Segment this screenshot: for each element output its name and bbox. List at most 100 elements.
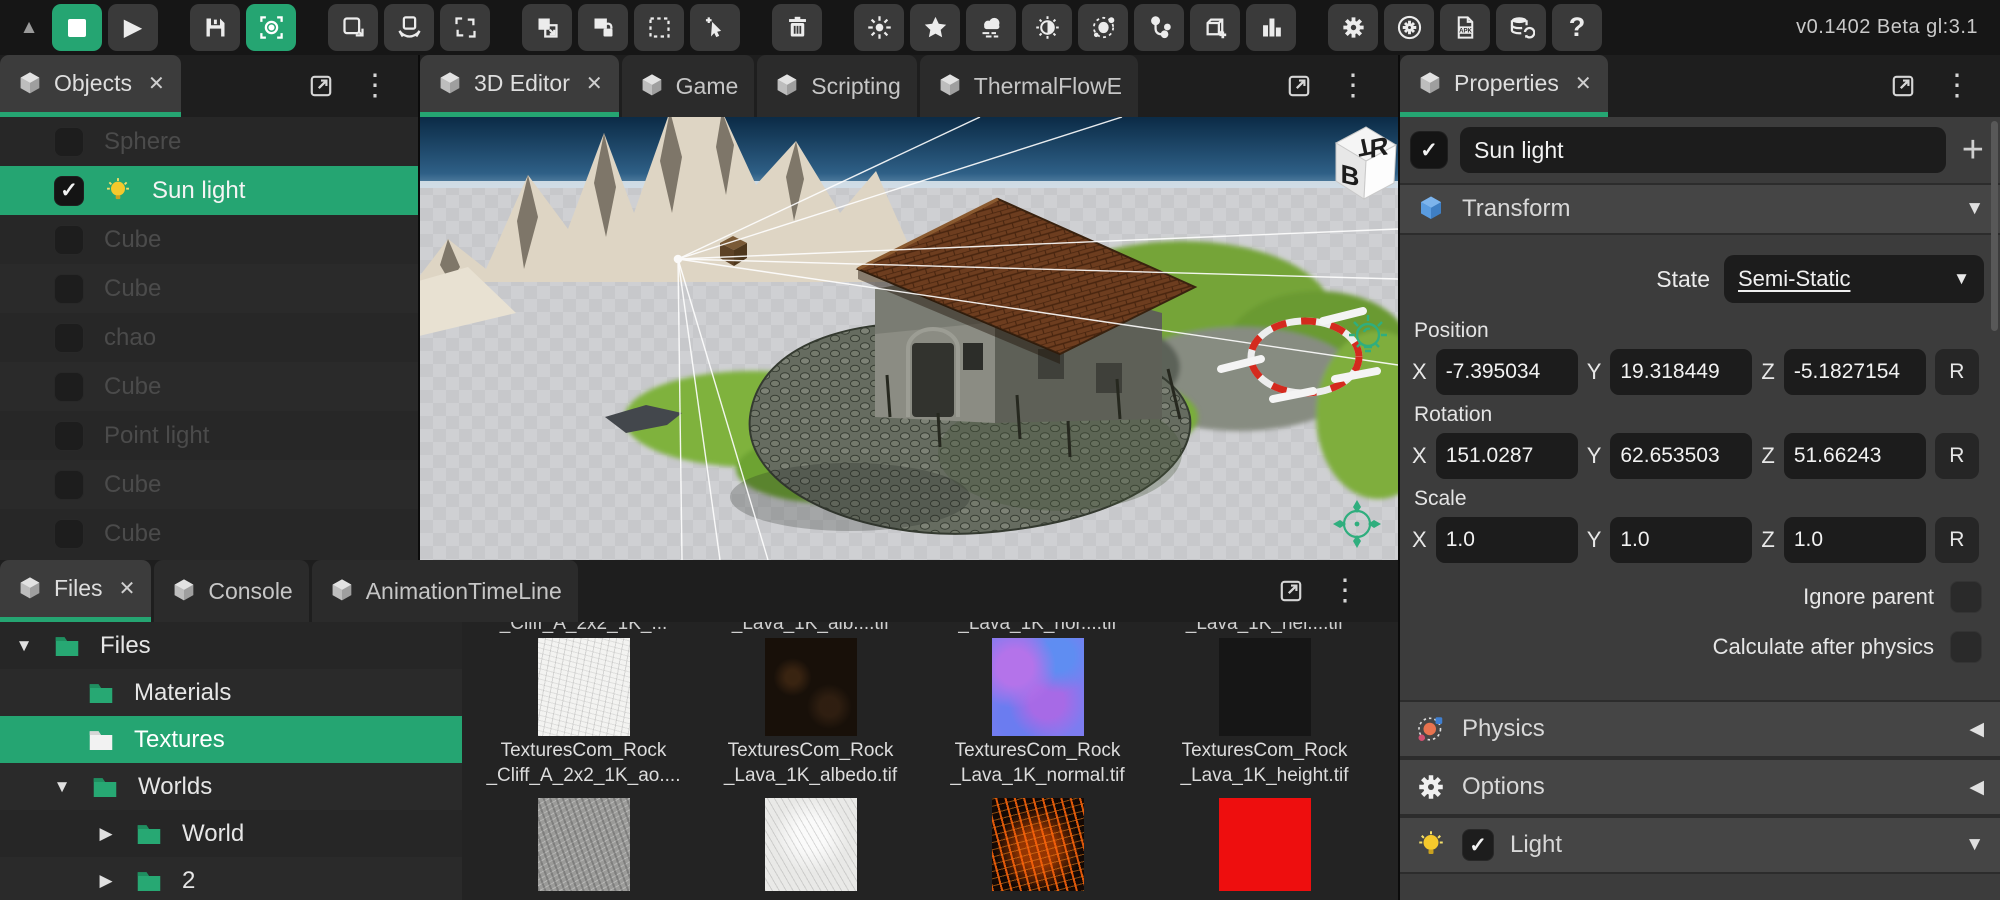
close-icon[interactable]: ✕	[586, 71, 603, 96]
stats-button[interactable]	[1246, 4, 1296, 51]
tab-files[interactable]: Files ✕	[0, 560, 151, 622]
brightness-button[interactable]	[1022, 4, 1072, 51]
tree-row-worlds[interactable]: ▼ Worlds	[0, 763, 462, 810]
close-icon[interactable]: ✕	[1575, 71, 1592, 96]
menu-dots-icon[interactable]: ⋮	[1330, 576, 1360, 606]
tree-row-textures[interactable]: Textures	[0, 716, 462, 763]
position-x-field[interactable]	[1436, 349, 1578, 395]
object-row-chao[interactable]: ✓ chao	[0, 313, 418, 362]
file-item-lava-normal[interactable]: TexturesCom_Rock _Lava_1K_normal.tif	[924, 638, 1151, 786]
rotation-x-field[interactable]	[1436, 433, 1578, 479]
orbit-rotate-tool-button[interactable]	[384, 4, 434, 51]
object-row-cube[interactable]: ✓ Cube	[0, 264, 418, 313]
scale-z-field[interactable]	[1784, 517, 1926, 563]
visibility-checkbox[interactable]: ✓	[54, 372, 84, 402]
object-row-cube[interactable]: ✓ Cube	[0, 509, 418, 558]
tree-row-materials[interactable]: Materials	[0, 669, 462, 716]
scene-view-button[interactable]	[246, 4, 296, 51]
calc-after-physics-checkbox[interactable]: ✓	[1950, 631, 1982, 663]
visibility-checkbox[interactable]: ✓	[54, 127, 84, 157]
waypoints-button[interactable]	[1134, 4, 1184, 51]
object-row-cube[interactable]: ✓ Cube	[0, 215, 418, 264]
popout-icon[interactable]	[1286, 73, 1312, 99]
tree-expand-icon[interactable]: ▼	[14, 636, 34, 656]
menu-dots-icon[interactable]: ⋮	[1338, 71, 1368, 101]
light-enabled-checkbox[interactable]: ✓	[1462, 829, 1494, 861]
light-flare-button[interactable]	[854, 4, 904, 51]
file-item-rock-light[interactable]	[697, 798, 924, 891]
database-refresh-button[interactable]	[1496, 4, 1546, 51]
light-section-header[interactable]: ✓ Light ▼	[1400, 816, 2000, 874]
play-button[interactable]: ▶	[108, 4, 158, 51]
save-button[interactable]	[190, 4, 240, 51]
particles-button[interactable]	[1078, 4, 1128, 51]
stop-button[interactable]	[52, 4, 102, 51]
object-row-point-light[interactable]: ✓ Point light	[0, 411, 418, 460]
rotation-z-field[interactable]	[1784, 433, 1926, 479]
duplicate-button[interactable]	[522, 4, 572, 51]
popout-icon[interactable]	[1278, 578, 1304, 604]
transform-section-header[interactable]: Transform ▼	[1400, 183, 2000, 235]
tab-properties[interactable]: Properties ✕	[1400, 55, 1608, 117]
object-row-cube[interactable]: ✓ Cube	[0, 362, 418, 411]
tree-expand-icon[interactable]: ▶	[96, 824, 116, 844]
rotation-y-field[interactable]	[1610, 433, 1752, 479]
close-icon[interactable]: ✕	[119, 576, 136, 601]
file-item-solid-red[interactable]	[1151, 798, 1378, 891]
visibility-checkbox[interactable]: ✓	[54, 519, 84, 549]
visibility-checkbox[interactable]: ✓	[54, 323, 84, 353]
popout-icon[interactable]	[308, 73, 334, 99]
tab-scripting[interactable]: Scripting	[757, 55, 916, 117]
visibility-checkbox[interactable]: ✓	[54, 225, 84, 255]
visibility-checkbox[interactable]: ✓	[54, 176, 84, 206]
add-object-button[interactable]	[1190, 4, 1240, 51]
tab-objects[interactable]: Objects ✕	[0, 55, 181, 117]
visibility-checkbox[interactable]: ✓	[54, 274, 84, 304]
object-row-cube[interactable]: ✓ Cube	[0, 460, 418, 509]
scale-x-field[interactable]	[1436, 517, 1578, 563]
visibility-checkbox[interactable]: ✓	[54, 421, 84, 451]
tree-row-2[interactable]: ▶ 2	[0, 857, 462, 900]
file-item-rock-cliff-ao[interactable]: TexturesCom_Rock _Cliff_A_2x2_1K_ao....	[470, 638, 697, 786]
position-y-field[interactable]	[1610, 349, 1752, 395]
duplicate-locked-button[interactable]	[578, 4, 628, 51]
object-row-sun-light[interactable]: ✓ Sun light	[0, 166, 418, 215]
menu-dots-icon[interactable]: ⋮	[1942, 71, 1972, 101]
tree-expand-icon[interactable]: ▼	[52, 777, 72, 797]
pointer-add-button[interactable]	[690, 4, 740, 51]
rotation-reset-button[interactable]: R	[1935, 433, 1979, 479]
tree-row-files[interactable]: ▼ Files	[0, 622, 462, 669]
tree-expand-icon[interactable]: ▶	[96, 871, 116, 891]
scale-y-field[interactable]	[1610, 517, 1752, 563]
position-reset-button[interactable]: R	[1935, 349, 1979, 395]
tree-row-world[interactable]: ▶ World	[0, 810, 462, 857]
tab-thermalflow[interactable]: ThermalFlowE	[920, 55, 1138, 117]
menu-dots-icon[interactable]: ⋮	[360, 71, 390, 101]
properties-scrollbar[interactable]	[1991, 121, 1998, 331]
favorites-button[interactable]	[910, 4, 960, 51]
collapse-toolbar-button[interactable]: ▲	[12, 4, 46, 51]
file-item-lava-orange[interactable]	[924, 798, 1151, 891]
viewport-3d[interactable]: T B R	[420, 117, 1398, 560]
select-region-button[interactable]	[634, 4, 684, 51]
tab-animation-timeline[interactable]: AnimationTimeLine	[312, 560, 578, 622]
engine-settings-button[interactable]	[1384, 4, 1434, 51]
scale-reset-button[interactable]: R	[1935, 517, 1979, 563]
apk-export-button[interactable]: APK	[1440, 4, 1490, 51]
ignore-parent-checkbox[interactable]: ✓	[1950, 581, 1982, 613]
settings-button[interactable]	[1328, 4, 1378, 51]
tab-console[interactable]: Console	[154, 560, 308, 622]
state-dropdown[interactable]: Semi-Static ▼	[1724, 255, 1984, 303]
object-name-field[interactable]	[1460, 127, 1946, 173]
visibility-checkbox[interactable]: ✓	[54, 470, 84, 500]
file-item-lava-albedo[interactable]: TexturesCom_Rock _Lava_1K_albedo.tif	[697, 638, 924, 786]
position-z-field[interactable]	[1784, 349, 1926, 395]
add-component-button[interactable]: +	[1958, 131, 1988, 169]
file-item-lava-height[interactable]: TexturesCom_Rock _Lava_1K_height.tif	[1151, 638, 1378, 786]
scale-tool-button[interactable]	[440, 4, 490, 51]
delete-button[interactable]	[772, 4, 822, 51]
weather-fog-button[interactable]	[966, 4, 1016, 51]
help-button[interactable]: ?	[1552, 4, 1602, 51]
physics-section-header[interactable]: Physics ◀	[1400, 700, 2000, 758]
tab-3d-editor[interactable]: 3D Editor ✕	[420, 55, 619, 117]
